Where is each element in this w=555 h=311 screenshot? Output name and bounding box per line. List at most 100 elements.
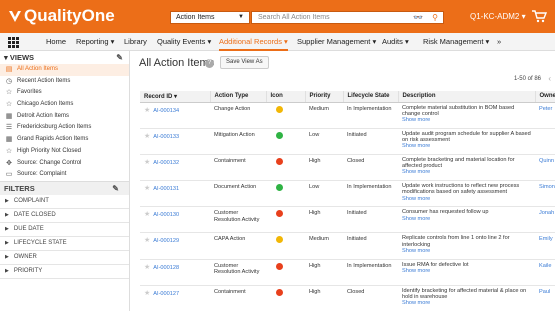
nav-supplier-management[interactable]: Supplier Management ▾ [297, 33, 376, 51]
star-icon[interactable]: ★ [144, 107, 150, 114]
filter-due-date[interactable]: ▶ DUE DATE [0, 223, 129, 237]
show-more-link[interactable]: Show more [402, 268, 531, 274]
description-cell: Issue RMA for defective lot Show more [398, 259, 535, 286]
show-more-link[interactable]: Show more [402, 248, 531, 254]
view-grand-rapids[interactable]: ▦ Grand Rapids Action Items [0, 134, 129, 146]
star-icon[interactable]: ★ [144, 185, 150, 192]
record-id-cell: ★ AI-000132 [140, 154, 210, 182]
record-id-link[interactable]: AI-000127 [153, 291, 179, 297]
col-priority[interactable]: Priority [305, 91, 344, 103]
nav-reporting[interactable]: Reporting ▾ [76, 33, 114, 51]
status-icon-cell [266, 206, 305, 234]
owner-link[interactable]: Peter [539, 106, 552, 112]
nav-library[interactable]: Library [124, 33, 147, 51]
module-select-value: Action Items [176, 14, 215, 21]
table-row[interactable]: ★ AI-000130 Customer Resolution Activity Hi… [140, 206, 555, 234]
cart-icon[interactable] [531, 9, 547, 23]
star-icon[interactable]: ★ [144, 237, 150, 244]
chevron-left-icon[interactable]: ‹ [548, 74, 551, 83]
module-select[interactable]: Action Items ▼ [170, 11, 250, 24]
filter-lifecycle-state[interactable]: ▶ LIFECYCLE STATE [0, 237, 129, 251]
show-more-link[interactable]: Show more [402, 300, 531, 306]
view-favorites[interactable]: ☆ Favorites [0, 87, 129, 99]
col-description[interactable]: Description [398, 91, 536, 103]
owner-link[interactable]: Quinn [539, 158, 554, 164]
star-icon[interactable]: ★ [144, 264, 150, 271]
star-icon: ☆ [5, 89, 13, 97]
owner-link[interactable]: Emily [539, 236, 553, 242]
show-more-link[interactable]: Show more [402, 196, 531, 202]
record-id-cell: ★ AI-000134 [140, 102, 210, 129]
pencil-icon[interactable]: ✎ [116, 51, 123, 64]
app-logo[interactable]: QualityOne [8, 6, 115, 26]
binoculars-icon[interactable]: 👓 [413, 12, 423, 23]
nav-more[interactable]: » [497, 33, 501, 51]
star-icon[interactable]: ★ [144, 211, 150, 218]
description-text: Update work instructions to reflect new … [402, 183, 520, 196]
owner-link[interactable]: Jonah [539, 210, 554, 216]
view-recent-action-items[interactable]: ◷ Recent Action Items [0, 76, 129, 88]
nav-quality-events[interactable]: Quality Events ▾ [157, 33, 211, 51]
nav-home[interactable]: Home [46, 33, 66, 51]
view-source-complaint[interactable]: ▭ Source: Complaint [0, 169, 129, 181]
record-id-link[interactable]: AI-000130 [153, 212, 179, 218]
filter-priority[interactable]: ▶ PRIORITY [0, 265, 129, 279]
record-id-link[interactable]: AI-000132 [153, 160, 179, 166]
table-row[interactable]: ★ AI-000133 Mitigation Action Low Initiated U… [140, 128, 555, 155]
save-view-button[interactable]: Save View As [220, 56, 269, 69]
col-lifecycle-state[interactable]: Lifecycle State [343, 91, 399, 103]
record-id-link[interactable]: AI-000134 [153, 108, 179, 114]
help-icon[interactable]: ? [205, 59, 214, 68]
nav-additional-records[interactable]: Additional Records ▾ [219, 33, 288, 51]
description-text: Update audit program schedule for suppli… [402, 130, 531, 143]
filter-complaint[interactable]: ▶ COMPLAINT [0, 195, 129, 209]
record-id-link[interactable]: AI-000133 [153, 134, 179, 140]
show-more-link[interactable]: Show more [402, 169, 531, 175]
owner-link[interactable]: Simon [539, 184, 555, 190]
star-icon[interactable]: ★ [144, 133, 150, 140]
action-type-cell: Customer Resolution Activity [210, 206, 266, 234]
view-all-action-items[interactable]: ▤ All Action Items [0, 64, 129, 76]
record-id-link[interactable]: AI-000131 [153, 186, 179, 192]
star-icon[interactable]: ★ [144, 159, 150, 166]
table-row[interactable]: ★ AI-000131 Document Action Low In Implement… [140, 180, 555, 208]
status-icon-cell [266, 285, 305, 311]
col-record-id[interactable]: Record ID ▾ [140, 91, 211, 103]
table-row[interactable]: ★ AI-000129 CAPA Action Medium Initiated Repl… [140, 232, 555, 260]
nav-audits[interactable]: Audits ▾ [382, 33, 409, 51]
filter-date-closed[interactable]: ▶ DATE CLOSED [0, 209, 129, 223]
col-action-type[interactable]: Action Type [210, 91, 267, 103]
star-icon[interactable]: ★ [144, 290, 150, 297]
app-grid-icon[interactable] [8, 37, 19, 48]
search-icon[interactable]: ⚲ [432, 12, 438, 23]
record-id-link[interactable]: AI-000128 [153, 265, 179, 271]
view-chicago[interactable]: ☆ Chicago Action Items [0, 99, 129, 111]
search-input[interactable]: Search All Action Items 👓 ⚲ [251, 11, 444, 24]
view-high-priority[interactable]: ☆ High Priority Not Closed [0, 146, 129, 158]
nav-risk-management[interactable]: Risk Management ▾ [423, 33, 489, 51]
col-owner[interactable]: Owner [535, 91, 555, 103]
table-row[interactable]: ★ AI-000132 Containment High Closed Complete … [140, 154, 555, 182]
view-source-change-control[interactable]: ✥ Source: Change Control [0, 158, 129, 170]
owner-link[interactable]: Paul [539, 289, 550, 295]
show-more-link[interactable]: Show more [402, 117, 531, 123]
priority-cell: High [305, 206, 343, 234]
pencil-icon[interactable]: ✎ [112, 182, 119, 196]
record-id-link[interactable]: AI-000129 [153, 238, 179, 244]
description-text: Replicate controls from line 1 onto line… [402, 235, 510, 248]
view-fredericksburg[interactable]: ☰ Fredericksburg Action Items [0, 122, 129, 134]
filter-owner[interactable]: ▶ OWNER [0, 251, 129, 265]
col-icon[interactable]: Icon [266, 91, 306, 103]
view-detroit[interactable]: ▦ Detroit Action Items [0, 111, 129, 123]
lifecycle-state-cell: Initiated [343, 128, 398, 155]
views-heading[interactable]: ▾ VIEWS ✎ [0, 51, 129, 64]
user-menu[interactable]: Q1-KC-ADM2 ▾ [470, 11, 526, 22]
action-type-cell: Containment [210, 154, 266, 182]
show-more-link[interactable]: Show more [402, 216, 531, 222]
table-row[interactable]: ★ AI-000134 Change Action Medium In Implemen… [140, 102, 555, 129]
logo-v-icon [8, 9, 22, 23]
show-more-link[interactable]: Show more [402, 143, 531, 149]
owner-link[interactable]: Kaile [539, 263, 551, 269]
table-row[interactable]: ★ AI-000127 Containment High Closed Identify … [140, 285, 555, 311]
table-row[interactable]: ★ AI-000128 Customer Resolution Activity Hi… [140, 259, 555, 286]
